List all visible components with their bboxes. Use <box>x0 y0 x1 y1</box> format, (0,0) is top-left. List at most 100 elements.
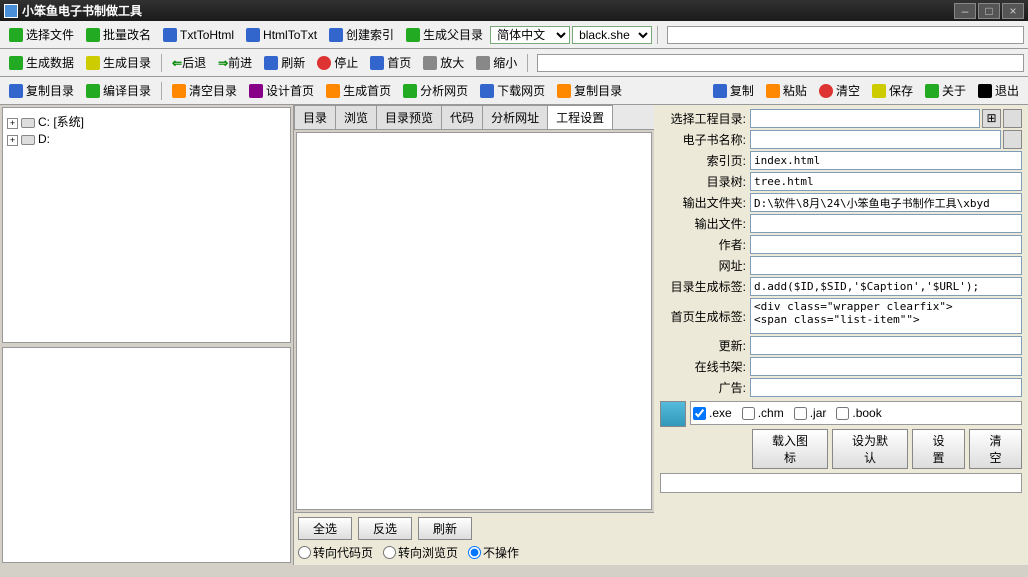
drive-tree[interactable]: +C: [系统] +D: <box>2 107 291 343</box>
settings-button[interactable]: 设置 <box>912 429 965 469</box>
projdir-input[interactable] <box>750 109 980 128</box>
expand-icon[interactable]: + <box>7 118 18 129</box>
zoom-in-button[interactable]: 放大 <box>418 51 469 74</box>
clear-dir-button[interactable]: 清空目录 <box>167 79 242 102</box>
maximize-button[interactable]: □ <box>978 3 1000 19</box>
tab-browse[interactable]: 浏览 <box>335 105 377 129</box>
refresh-button[interactable]: 刷新 <box>259 51 310 74</box>
tab-code[interactable]: 代码 <box>441 105 483 129</box>
toolbar-2: 生成数据 生成目录 ⇐后退 ⇒前进 刷新 停止 首页 放大 缩小 <box>0 49 1028 77</box>
zoomin-icon <box>423 56 437 70</box>
gen-home-button[interactable]: 生成首页 <box>321 79 396 102</box>
back-button[interactable]: ⇐后退 <box>167 51 211 74</box>
copy-dir-button-2[interactable]: 复制目录 <box>552 79 627 102</box>
forward-button[interactable]: ⇒前进 <box>213 51 257 74</box>
skin-select[interactable]: black.she <box>572 26 652 44</box>
toolbar-1: 选择文件 批量改名 TxtToHtml HtmlToTxt 创建索引 生成父目录… <box>0 21 1028 49</box>
gen-dir-button[interactable]: 生成目录 <box>81 51 156 74</box>
language-select[interactable]: 简体中文 <box>490 26 570 44</box>
tree-item-c[interactable]: +C: [系统] <box>7 112 286 131</box>
invert-select-button[interactable]: 反选 <box>358 517 412 540</box>
lbl-update: 更新: <box>660 337 750 354</box>
exit-button[interactable]: 退出 <box>973 79 1024 102</box>
radio-none[interactable]: 不操作 <box>468 544 519 561</box>
html-to-txt-button[interactable]: HtmlToTxt <box>241 25 322 45</box>
tree-item-d[interactable]: +D: <box>7 131 286 147</box>
chk-exe[interactable]: .exe <box>693 406 732 420</box>
compile-dir-button[interactable]: 编译目录 <box>81 79 156 102</box>
copy-button[interactable]: 复制 <box>708 79 759 102</box>
shelf-input[interactable] <box>750 357 1022 376</box>
about-button[interactable]: 关于 <box>920 79 971 102</box>
hometag-input[interactable] <box>750 298 1022 334</box>
url-input[interactable] <box>750 256 1022 275</box>
right-extra-panel <box>660 473 1022 493</box>
refresh-icon <box>264 56 278 70</box>
folder-icon <box>172 84 186 98</box>
right-panel: 选择工程目录:⊞ 电子书名称: 索引页: 目录树: 输出文件夹: 输出文件: 作… <box>654 105 1028 565</box>
lbl-projdir: 选择工程目录: <box>660 110 750 127</box>
name-input[interactable] <box>750 130 1001 149</box>
ad-input[interactable] <box>750 378 1022 397</box>
batch-rename-button[interactable]: 批量改名 <box>81 23 156 46</box>
lbl-outdir: 输出文件夹: <box>660 194 750 211</box>
chk-chm[interactable]: .chm <box>742 406 784 420</box>
tab-preview[interactable]: 目录预览 <box>376 105 442 129</box>
minimize-button[interactable]: – <box>954 3 976 19</box>
left-lower-panel <box>2 347 291 563</box>
download-page-button[interactable]: 下载网页 <box>475 79 550 102</box>
zoom-out-button[interactable]: 缩小 <box>471 51 522 74</box>
clear-button[interactable]: 清空 <box>814 79 865 102</box>
close-button[interactable]: × <box>1002 3 1024 19</box>
stop-button[interactable]: 停止 <box>312 51 363 74</box>
outfile-input[interactable] <box>750 214 1022 233</box>
refresh-list-button[interactable]: 刷新 <box>418 517 472 540</box>
select-all-button[interactable]: 全选 <box>298 517 352 540</box>
home-button[interactable]: 首页 <box>365 51 416 74</box>
outdir-input[interactable] <box>750 193 1022 212</box>
copy-dir-button[interactable]: 复制目录 <box>4 79 79 102</box>
gen-data-button[interactable]: 生成数据 <box>4 51 79 74</box>
save-icon <box>86 56 100 70</box>
left-panel: +C: [系统] +D: <box>0 105 294 565</box>
projdir-extra-button[interactable] <box>1003 109 1022 128</box>
radio-browse[interactable]: 转向浏览页 <box>383 544 458 561</box>
set-default-button[interactable]: 设为默认 <box>832 429 908 469</box>
paste-button[interactable]: 粘贴 <box>761 79 812 102</box>
design-home-button[interactable]: 设计首页 <box>244 79 319 102</box>
tab-project[interactable]: 工程设置 <box>547 105 613 129</box>
gen-parent-dir-button[interactable]: 生成父目录 <box>401 23 488 46</box>
copy-icon <box>9 84 23 98</box>
toolbar-input-1[interactable] <box>667 26 1024 44</box>
clear-form-button[interactable]: 清空 <box>969 429 1022 469</box>
select-file-button[interactable]: 选择文件 <box>4 23 79 46</box>
save-button[interactable]: 保存 <box>867 79 918 102</box>
projdir-browse-button[interactable]: ⊞ <box>982 109 1001 128</box>
tab-dir[interactable]: 目录 <box>294 105 336 129</box>
doc-icon <box>329 28 343 42</box>
analyze-page-button[interactable]: 分析网页 <box>398 79 473 102</box>
chk-book[interactable]: .book <box>836 406 881 420</box>
name-extra-button[interactable] <box>1003 130 1022 149</box>
save-icon <box>872 84 886 98</box>
center-bottom: 全选 反选 刷新 转向代码页 转向浏览页 不操作 <box>294 512 654 565</box>
tree-input[interactable] <box>750 172 1022 191</box>
index-input[interactable] <box>750 151 1022 170</box>
expand-icon[interactable]: + <box>7 135 18 146</box>
txt-to-html-button[interactable]: TxtToHtml <box>158 25 239 45</box>
load-icon-button[interactable]: 载入图标 <box>752 429 828 469</box>
address-input[interactable] <box>537 54 1024 72</box>
lbl-ad: 广告: <box>660 379 750 396</box>
center-panel: 目录 浏览 目录预览 代码 分析网址 工程设置 全选 反选 刷新 转向代码页 转… <box>294 105 654 565</box>
chk-jar[interactable]: .jar <box>794 406 827 420</box>
folder-icon <box>326 84 340 98</box>
author-input[interactable] <box>750 235 1022 254</box>
create-index-button[interactable]: 创建索引 <box>324 23 399 46</box>
radio-code[interactable]: 转向代码页 <box>298 544 373 561</box>
check-icon <box>406 28 420 42</box>
home-icon <box>370 56 384 70</box>
update-input[interactable] <box>750 336 1022 355</box>
dirtag-input[interactable] <box>750 277 1022 296</box>
titlebar: 小笨鱼电子书制做工具 – □ × <box>0 0 1028 21</box>
tab-url[interactable]: 分析网址 <box>482 105 548 129</box>
